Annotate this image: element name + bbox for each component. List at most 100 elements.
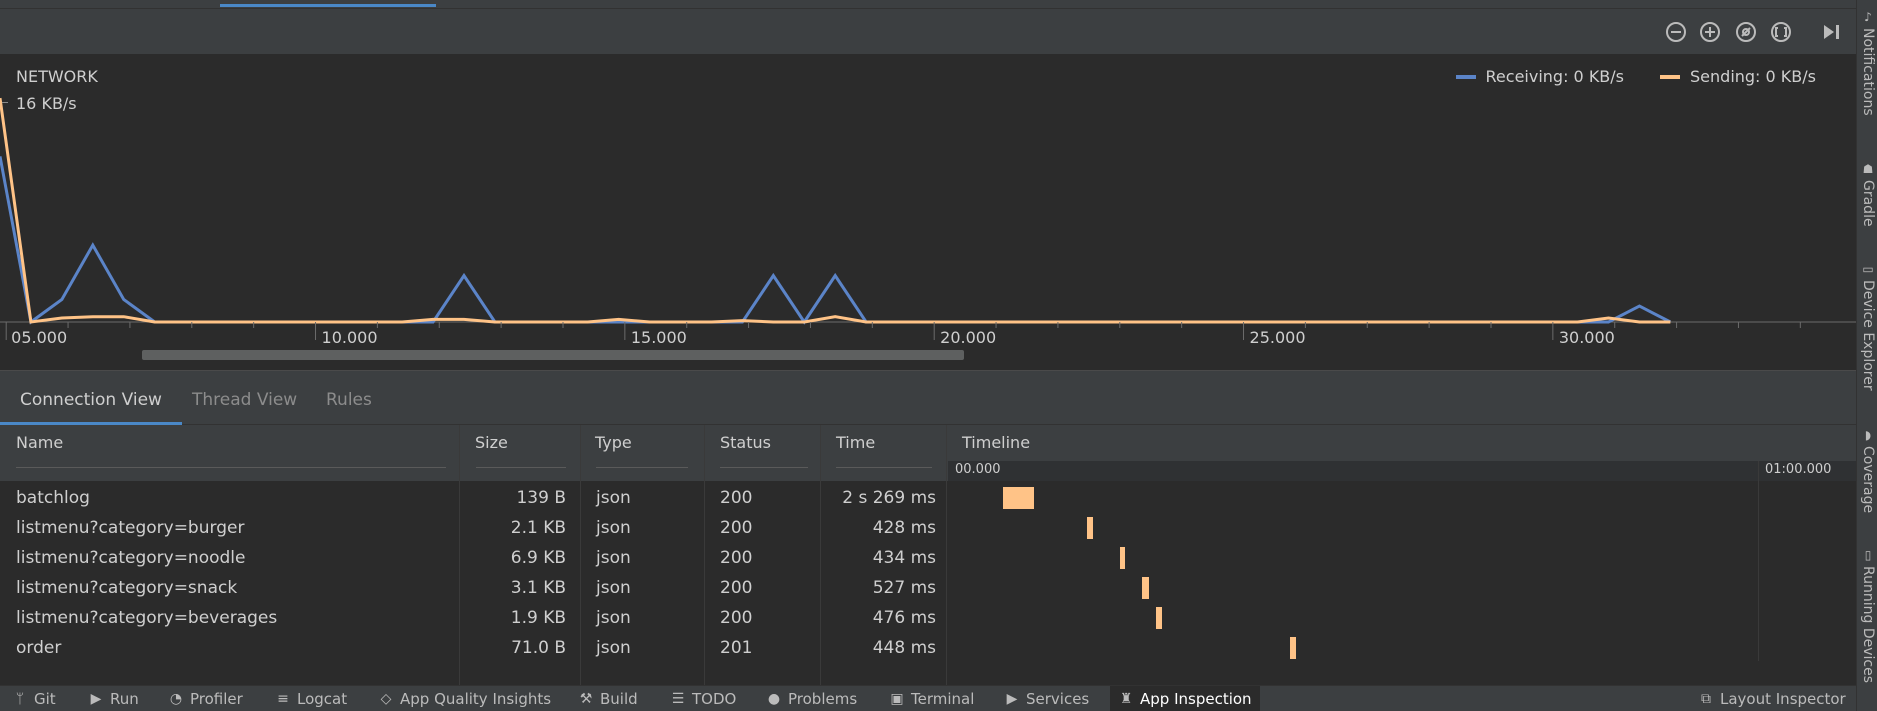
column-header-status[interactable]: Status xyxy=(706,425,771,461)
timeline-start-label: 00.000 xyxy=(955,462,1001,477)
timeline-bar[interactable] xyxy=(1087,517,1094,539)
side-tool-notifications[interactable]: ♪ Notifications xyxy=(1858,10,1877,116)
cell-status: 201 xyxy=(720,638,753,658)
reset-zoom-button[interactable] xyxy=(1733,19,1759,45)
connections-table: Name Size Type Status Time Timeline 00.0… xyxy=(0,425,1856,685)
column-header-timeline[interactable]: Timeline xyxy=(948,425,1030,461)
x-axis-tick-label: 05.000 xyxy=(11,328,67,347)
tool-window-app-quality-insights[interactable]: ◇ App Quality Insights xyxy=(370,686,559,711)
chart-legend: Receiving: 0 KB/s Sending: 0 KB/s xyxy=(1455,67,1816,86)
tool-window-label: Build xyxy=(600,690,638,708)
tool-window-logcat[interactable]: ≡ Logcat xyxy=(267,686,355,711)
tab-connection-view[interactable]: Connection View xyxy=(0,375,182,425)
bell-icon: ♪ xyxy=(1864,10,1872,24)
cell-size: 2.1 KB xyxy=(510,518,566,538)
git-branch-icon: ᛘ xyxy=(15,691,25,707)
cell-time: 434 ms xyxy=(872,548,936,568)
cell-time: 527 ms xyxy=(872,578,936,598)
gauge-icon: ◔ xyxy=(169,691,183,707)
table-row[interactable]: listmenu?category=beverages 1.9 KB json 200… xyxy=(0,603,948,633)
x-axis-tick-label: 20.000 xyxy=(940,328,996,347)
tool-window-label: TODO xyxy=(692,690,737,708)
table-row[interactable]: listmenu?category=burger 2.1 KB json 200 428… xyxy=(0,513,948,543)
timeline-bar[interactable] xyxy=(1155,607,1163,629)
zoom-to-fit-button[interactable] xyxy=(1768,19,1794,45)
x-axis-tick-label: 10.000 xyxy=(322,328,378,347)
timeline-end-label: 01:00.000 xyxy=(1765,462,1832,477)
y-axis-tick xyxy=(2,102,8,103)
timeline-bar[interactable] xyxy=(1119,547,1126,569)
shield-icon: ◗ xyxy=(1864,428,1872,442)
tool-window-label: App Quality Insights xyxy=(400,690,552,708)
table-row[interactable]: listmenu?category=noodle 6.9 KB json 200 434… xyxy=(0,543,948,573)
cell-size: 139 B xyxy=(516,488,566,508)
cell-type: json xyxy=(596,638,631,658)
timeline-ruler xyxy=(948,461,1856,481)
zoom-in-button[interactable] xyxy=(1697,19,1723,45)
tool-window-label: Git xyxy=(34,690,56,708)
column-header-type[interactable]: Type xyxy=(581,425,632,461)
legend-swatch-sending xyxy=(1660,74,1681,79)
x-axis-tick-label: 15.000 xyxy=(631,328,687,347)
side-tool-gradle[interactable]: ☗ Gradle xyxy=(1858,162,1877,227)
column-header-name[interactable]: Name xyxy=(2,425,63,461)
jump-to-live-button[interactable] xyxy=(1818,19,1844,45)
legend-swatch-receiving xyxy=(1455,74,1476,79)
tool-window-layout-inspector[interactable]: ⧉ Layout Inspector xyxy=(1690,686,1854,711)
cell-size: 6.9 KB xyxy=(510,548,566,568)
profiler-toolbar xyxy=(0,9,1856,55)
zoom-in-icon xyxy=(1700,22,1720,42)
side-tool-label: Coverage xyxy=(1860,446,1876,514)
name-filter-line xyxy=(16,467,446,468)
tool-window-todo[interactable]: ☰ TODO xyxy=(662,686,744,711)
elephant-icon: ☗ xyxy=(1862,162,1874,176)
top-tab-strip xyxy=(0,0,1856,9)
cell-status: 200 xyxy=(720,518,753,538)
active-tab-indicator xyxy=(220,4,436,7)
tool-window-bar: ᛘ Git ▶ Run ◔ Profiler ≡ Logcat ◇ App Quality Ins… xyxy=(0,685,1856,711)
timeline-end-marker xyxy=(1758,461,1759,661)
cell-name: listmenu?category=beverages xyxy=(16,608,278,628)
cell-time: 428 ms xyxy=(872,518,936,538)
cell-time: 2 s 269 ms xyxy=(842,488,936,508)
tab-rules[interactable]: Rules xyxy=(306,375,392,425)
x-axis-tick-label: 25.000 xyxy=(1250,328,1306,347)
tool-window-label: Logcat xyxy=(297,690,348,708)
tool-window-run[interactable]: ▶ Run xyxy=(80,686,147,711)
cell-status: 200 xyxy=(720,578,753,598)
table-row[interactable]: order 71.0 B json 201 448 ms xyxy=(0,633,948,663)
cell-type: json xyxy=(596,518,631,538)
side-tool-device-explorer[interactable]: ▭ Device Explorer xyxy=(1858,262,1877,391)
column-header-size[interactable]: Size xyxy=(461,425,508,461)
fit-icon xyxy=(1771,22,1791,42)
zoom-out-icon xyxy=(1666,22,1686,42)
tool-window-problems[interactable]: ● Problems xyxy=(758,686,865,711)
zoom-out-button[interactable] xyxy=(1663,19,1689,45)
tool-window-label: App Inspection xyxy=(1140,690,1252,708)
timeline-scrollbar-thumb[interactable] xyxy=(142,350,964,360)
tool-window-build[interactable]: ⚒ Build xyxy=(570,686,646,711)
tool-window-terminal[interactable]: ▣ Terminal xyxy=(881,686,982,711)
timeline-bar[interactable] xyxy=(1142,577,1150,599)
table-header: Name Size Type Status Time Timeline xyxy=(0,425,1856,461)
size-filter-line xyxy=(476,467,566,468)
tool-window-git[interactable]: ᛘ Git xyxy=(4,686,64,711)
table-row[interactable]: listmenu?category=snack 3.1 KB json 200 527 … xyxy=(0,573,948,603)
column-header-time[interactable]: Time xyxy=(822,425,875,461)
tool-window-app-inspection[interactable]: ♜ App Inspection xyxy=(1110,686,1260,711)
alert-icon: ● xyxy=(767,691,781,707)
side-tool-coverage[interactable]: ◗ Coverage xyxy=(1858,428,1877,513)
cell-status: 200 xyxy=(720,488,753,508)
tool-window-services[interactable]: ▶ Services xyxy=(996,686,1097,711)
table-row[interactable]: batchlog 139 B json 200 2 s 269 ms xyxy=(0,483,948,513)
device-icon: ▭ xyxy=(1862,262,1874,276)
inspector-icon: ♜ xyxy=(1119,691,1133,707)
tool-window-profiler[interactable]: ◔ Profiler xyxy=(160,686,251,711)
timeline-bar[interactable] xyxy=(1003,487,1034,509)
timeline-bar[interactable] xyxy=(1289,637,1296,659)
tool-window-label: Profiler xyxy=(190,690,243,708)
cell-size: 71.0 B xyxy=(511,638,566,658)
side-tool-running-devices[interactable]: ▯ Running Devices xyxy=(1858,548,1877,683)
cell-name: listmenu?category=snack xyxy=(16,578,238,598)
tab-thread-view[interactable]: Thread View xyxy=(172,375,317,425)
